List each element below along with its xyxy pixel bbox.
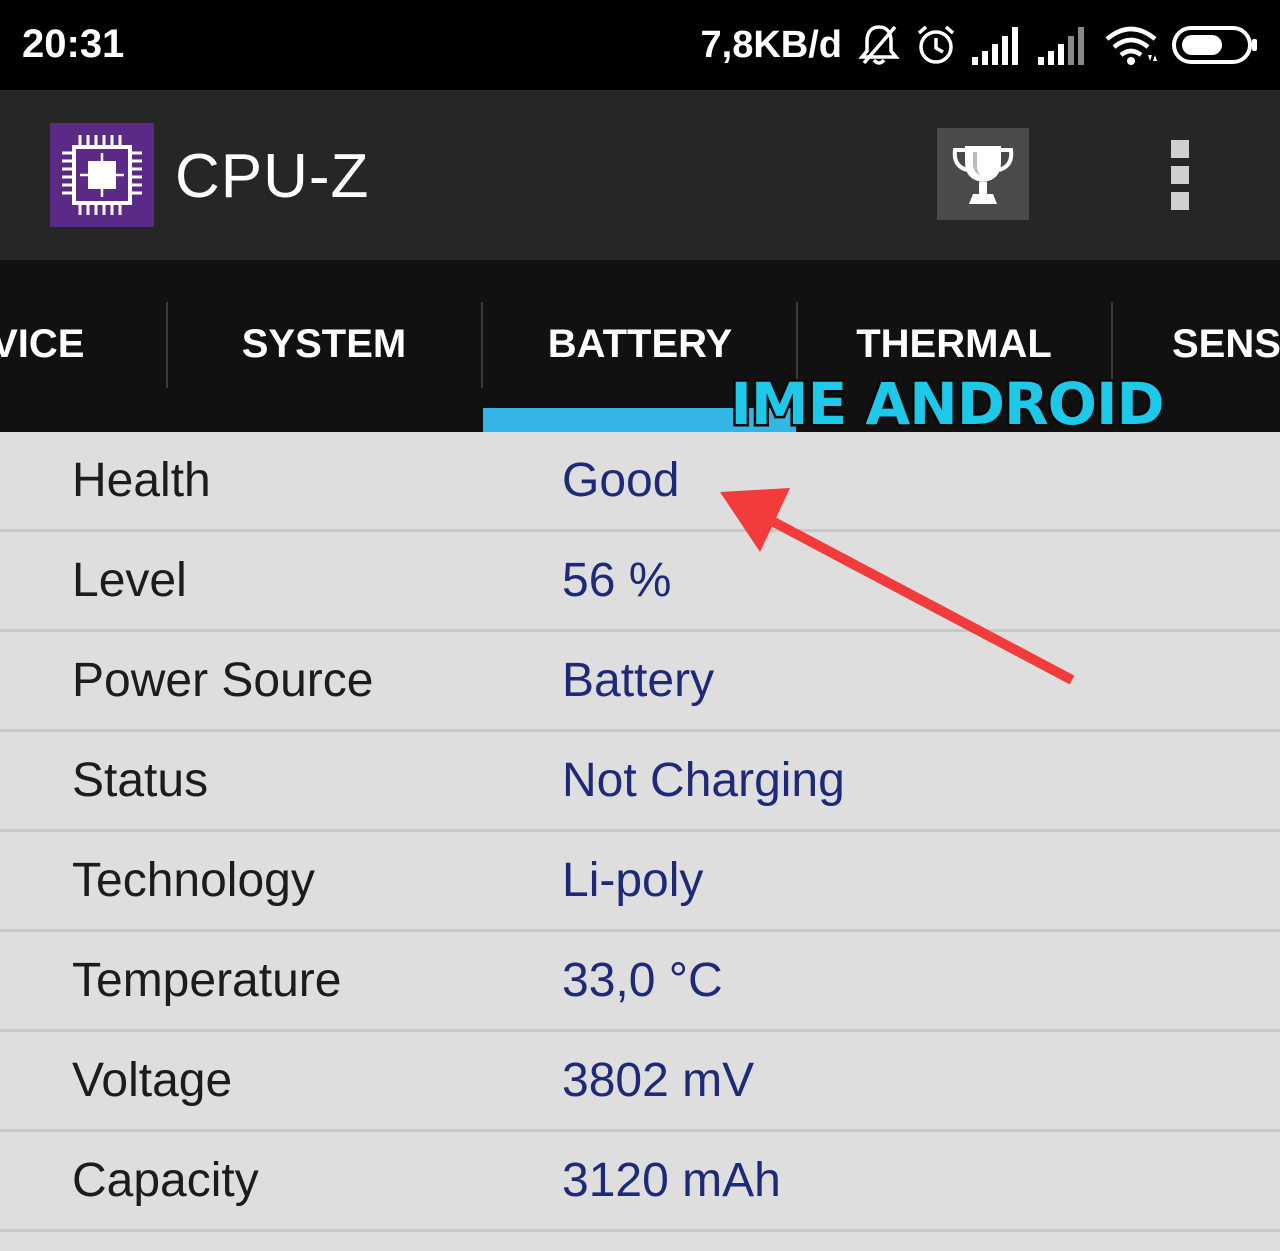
row-label: Voltage — [72, 1054, 233, 1107]
overflow-menu-button[interactable] — [1160, 130, 1200, 220]
row-value: 33,0 °C — [562, 954, 723, 1007]
row-value: Li-poly — [562, 854, 704, 907]
row-label: Status — [72, 754, 209, 807]
row-value: 3802 mV — [562, 1054, 755, 1107]
row-label: Temperature — [72, 954, 342, 1007]
list-item: Technology Li-poly — [0, 832, 1280, 932]
status-icons: 7,8KB/d — [701, 16, 1258, 74]
tab-system[interactable]: SYSTEM — [167, 260, 481, 432]
row-label: Capacity — [72, 1154, 259, 1207]
row-label: Level — [72, 554, 187, 607]
list-item: Capacity 3120 mAh — [0, 1132, 1280, 1232]
row-label: Health — [72, 454, 211, 507]
tab-sensors[interactable]: SENSORS — [1172, 260, 1280, 432]
row-value: 56 % — [562, 554, 672, 607]
alarm-icon — [917, 25, 955, 64]
status-bar: 20:31 7,8KB/d — [0, 0, 1280, 90]
status-time: 20:31 — [22, 22, 125, 66]
signal-sim1-icon — [972, 27, 1018, 65]
row-value: Not Charging — [562, 754, 845, 807]
tab-device[interactable]: DEVICE — [0, 260, 167, 432]
row-value: Good — [562, 454, 680, 507]
list-item: Status Not Charging — [0, 732, 1280, 832]
overflow-menu-icon — [1171, 166, 1189, 184]
list-item: Voltage 3802 mV — [0, 1032, 1280, 1132]
ime-android-watermark: IME ANDROID — [732, 368, 1162, 441]
trophy-button[interactable] — [937, 128, 1029, 220]
row-value: 3120 mAh — [562, 1154, 781, 1207]
watermark-text: IME ANDROID — [732, 370, 1162, 438]
wifi-icon — [1105, 26, 1157, 65]
overflow-menu-icon — [1171, 192, 1189, 210]
trophy-icon — [952, 146, 1014, 204]
annotation-arrow-icon — [720, 488, 1075, 685]
signal-sim2-icon — [1038, 27, 1084, 65]
app-bar: CPU-Z — [0, 90, 1280, 260]
app-title: CPU-Z — [175, 142, 370, 211]
row-label: Power Source — [72, 654, 374, 707]
overflow-menu-icon — [1171, 140, 1189, 158]
network-speed: 7,8KB/d — [700, 23, 842, 66]
notifications-muted-icon — [858, 25, 900, 65]
row-label: Technology — [72, 854, 315, 907]
battery-icon — [1172, 26, 1257, 64]
row-value: Battery — [562, 654, 715, 707]
list-item: Temperature 33,0 °C — [0, 932, 1280, 1032]
cpu-chip-icon — [50, 123, 154, 227]
